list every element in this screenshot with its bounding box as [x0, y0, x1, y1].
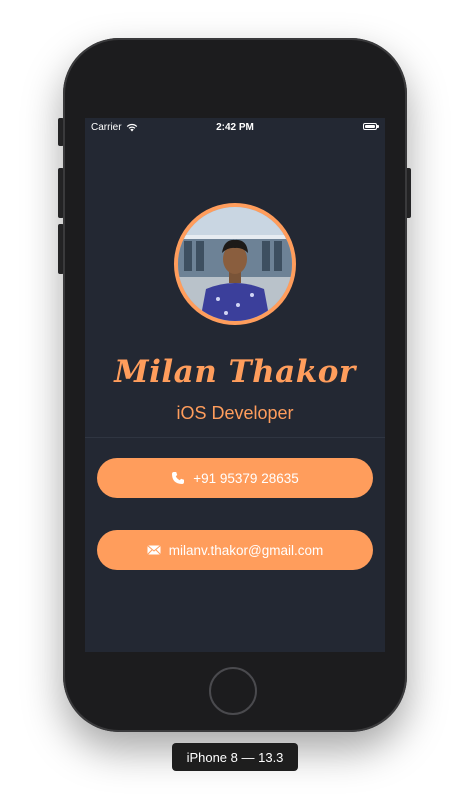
phone-icon [172, 472, 185, 484]
status-bar: Carrier 2:42 PM [85, 118, 385, 136]
home-button[interactable] [209, 667, 257, 715]
phone-number: +91 95379 28635 [193, 470, 299, 486]
profile-role: iOS Developer [176, 403, 294, 423]
email-button[interactable]: milanv.thakor@gmail.com [97, 530, 373, 570]
avatar-photo [178, 207, 292, 321]
phone-button[interactable]: +91 95379 28635 [97, 458, 373, 498]
envelope-icon [146, 545, 161, 555]
battery-icon [363, 123, 379, 130]
avatar [174, 203, 296, 325]
divider [85, 437, 385, 438]
profile-name: Milan Thakor [114, 354, 356, 390]
status-time: 2:42 PM [216, 122, 254, 133]
email-address: milanv.thakor@gmail.com [168, 542, 324, 558]
app-screen: Carrier 2:42 PM Milan Thakor iOS Develop… [85, 118, 385, 652]
simulator-stage: Carrier 2:42 PM Milan Thakor iOS Develop… [0, 0, 470, 807]
device-label: iPhone 8 — 13.3 [172, 743, 298, 771]
